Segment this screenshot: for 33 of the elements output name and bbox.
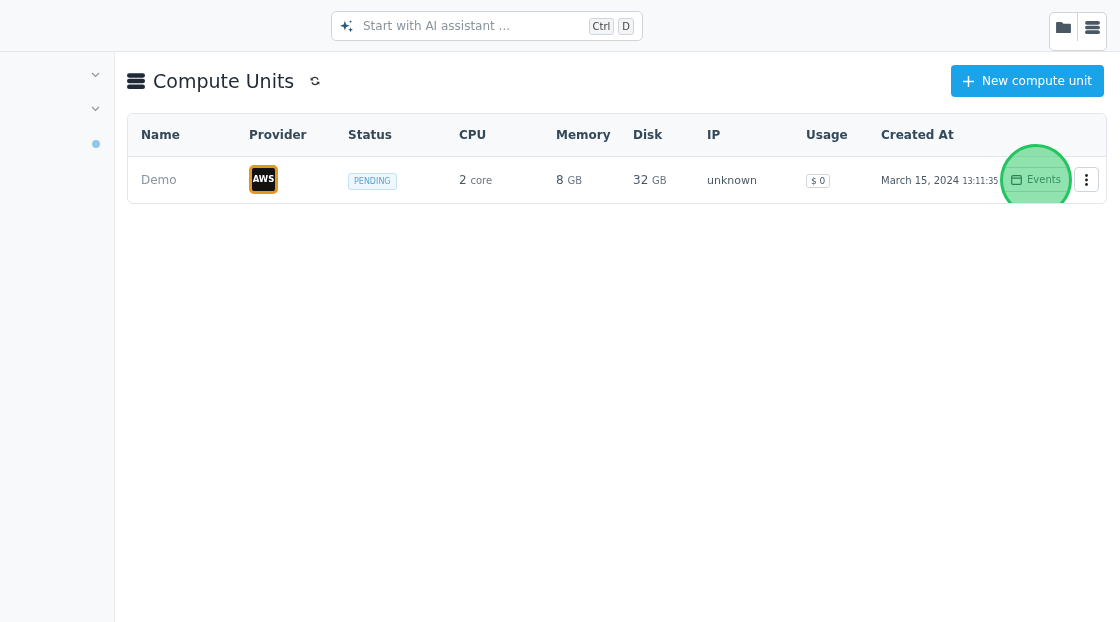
ai-assistant-field[interactable]: Start with AI assistant ... — [361, 16, 581, 36]
created-at-text: March 15, 2024 13:11:35 — [881, 174, 999, 186]
memory-value: 8 GB — [556, 172, 583, 187]
new-compute-unit-button[interactable]: New compute unit — [951, 65, 1104, 97]
chevron-down-icon[interactable] — [91, 72, 100, 78]
shortcut-key: Ctrl — [588, 17, 615, 35]
name-text: Demo — [141, 172, 177, 187]
chevron-down-icon[interactable] — [91, 106, 100, 112]
ip-text: unknown — [707, 173, 757, 187]
column-header: Disk — [620, 114, 694, 157]
shortcut-key: D — [618, 17, 634, 35]
column-header: CPU — [446, 114, 543, 157]
usage-badge: $ 0 — [806, 173, 831, 188]
page-title: Compute Units — [153, 68, 295, 94]
column-header: Usage — [793, 114, 868, 157]
refresh-icon[interactable] — [310, 76, 321, 86]
column-header: Created At — [868, 114, 1002, 157]
column-header: Provider — [236, 114, 335, 157]
column-header: Status — [335, 114, 446, 157]
column-header: IP — [694, 114, 793, 157]
column-header: Name — [128, 114, 236, 157]
ai-assistant-field[interactable]: Start with AI assistant ... Ctrl D — [331, 11, 643, 41]
sparkle-icon — [340, 19, 353, 33]
calendar-icon — [1011, 174, 1022, 185]
status-badge: PENDING — [348, 172, 397, 190]
plus-icon — [963, 75, 974, 87]
provider-logo: AWS — [249, 165, 278, 195]
server-icon — [127, 73, 145, 89]
disk-value: 32 GB — [633, 172, 667, 187]
cpu-value: 2 core — [459, 172, 493, 187]
column-header: Memory — [543, 114, 620, 157]
events-button[interactable]: Events — [1002, 167, 1070, 193]
more-options-icon[interactable] — [1073, 167, 1099, 193]
